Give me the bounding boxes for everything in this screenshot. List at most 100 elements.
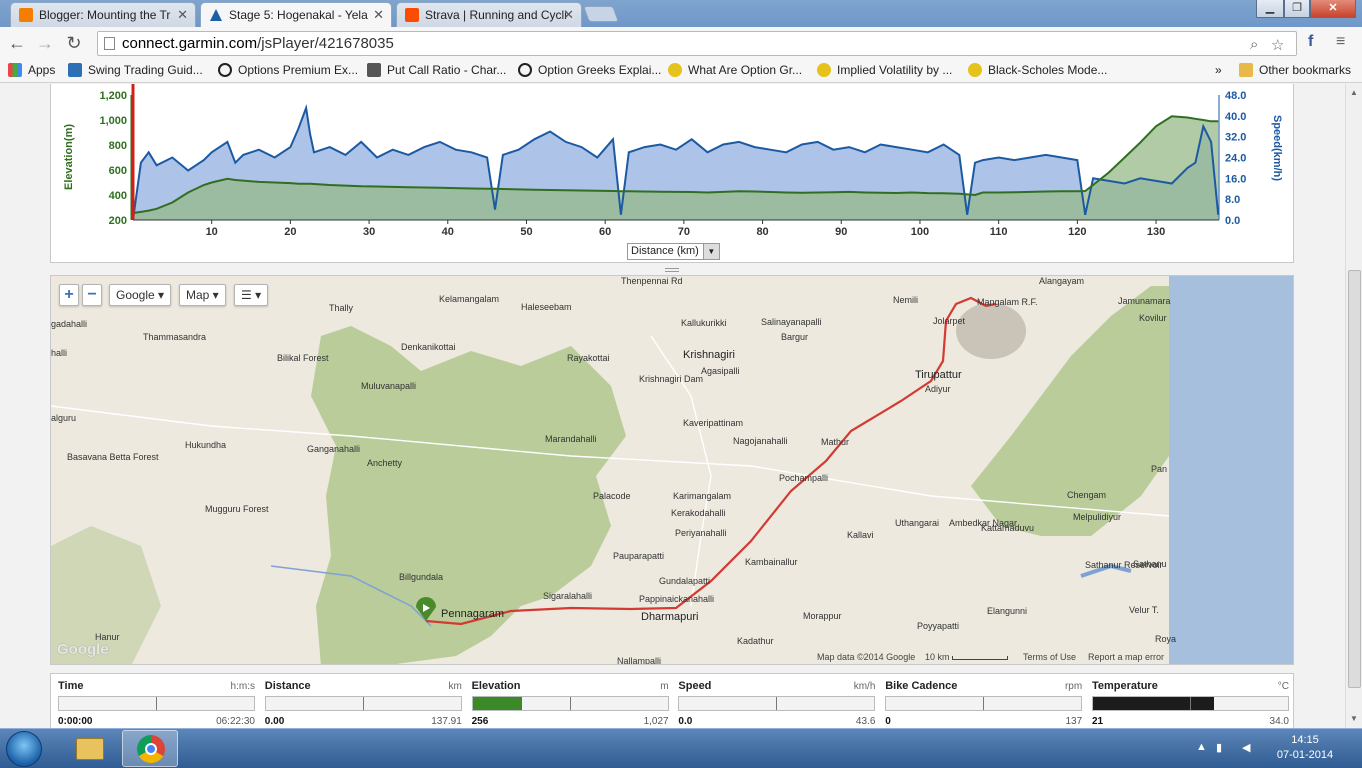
resize-handle[interactable] xyxy=(665,268,679,272)
clock[interactable]: 14:15 07-01-2014 xyxy=(1270,734,1340,761)
tab-garmin[interactable]: Stage 5: Hogenakal - Yela ✕ xyxy=(200,2,392,27)
close-icon[interactable]: ✕ xyxy=(563,7,574,23)
taskbar: ▲ ▮ ◀ 14:15 07-01-2014 xyxy=(0,728,1362,768)
stat-value: 0:00:00 xyxy=(58,716,93,727)
map-place-label: Chengam xyxy=(1067,490,1107,500)
bookmarks-bar: Apps Swing Trading Guid... Options Premi… xyxy=(0,59,1362,83)
stat-bar-tick xyxy=(362,697,364,710)
stat-time: Time h:m:s 0:00:00 06:22:30 xyxy=(58,680,255,728)
forward-arrow-icon[interactable]: → xyxy=(35,33,55,53)
volume-icon[interactable]: ◀ xyxy=(1242,741,1250,754)
x-tick-label: 50 xyxy=(520,226,532,238)
bookmark-options-premium[interactable]: Options Premium Ex... xyxy=(218,63,358,77)
stat-bar xyxy=(678,696,876,711)
address-bar[interactable]: connect.garmin.com/jsPlayer/421678035 ⌕ … xyxy=(97,31,1297,56)
right-tick-label: 16.0 xyxy=(1225,173,1246,185)
map-place-label: Alangayam xyxy=(1039,276,1085,286)
tab-strava[interactable]: Strava | Running and Cycli ✕ xyxy=(396,2,582,27)
other-bookmarks[interactable]: Other bookmarks xyxy=(1239,63,1351,77)
search-icon[interactable]: ⌕ xyxy=(1250,36,1258,53)
scroll-up-icon[interactable]: ▲ xyxy=(1350,88,1358,97)
network-icon[interactable]: ▮ xyxy=(1216,741,1222,754)
map-place-label: Bilikal Forest xyxy=(277,353,329,363)
stat-bar-fill xyxy=(472,697,522,710)
map-water xyxy=(1169,276,1293,664)
map-place-label: Pappinaickanahalli xyxy=(639,594,715,604)
stat-elevation: Elevation m 256 1,027 xyxy=(471,680,669,728)
new-tab-button[interactable] xyxy=(583,6,619,22)
url-host: connect.garmin.com xyxy=(122,35,258,52)
close-icon[interactable]: ✕ xyxy=(177,7,188,23)
chevron-down-icon: ▼ xyxy=(702,244,719,259)
bookmark-swing-trading[interactable]: Swing Trading Guid... xyxy=(68,63,203,77)
garmin-icon xyxy=(209,8,223,22)
stat-bar-tick xyxy=(156,697,157,710)
distance-select[interactable]: Distance (km) ▼ xyxy=(627,243,720,260)
map-place-label: alguru xyxy=(51,413,77,423)
map-place-label: Pennagaram xyxy=(441,608,504,620)
bookmark-put-call-ratio[interactable]: Put Call Ratio - Char... xyxy=(367,63,506,77)
bookmark-o-icon xyxy=(218,63,232,77)
route-map[interactable]: + − Google ▾ Map ▾ ☰ ▾ Alangayam Kelamang… xyxy=(50,275,1294,665)
start-button[interactable] xyxy=(6,731,42,767)
map-place-label: Pan xyxy=(1151,464,1168,474)
map-provider-select[interactable]: Google ▾ xyxy=(109,284,172,306)
hill-area xyxy=(956,303,1026,359)
explorer-taskbar-button[interactable] xyxy=(62,730,118,767)
scroll-down-icon[interactable]: ▼ xyxy=(1350,714,1358,723)
tab-blogger[interactable]: Blogger: Mounting the Tr ✕ xyxy=(10,2,196,27)
menu-icon[interactable]: ≡ xyxy=(1336,33,1345,51)
stat-bar xyxy=(58,696,255,711)
map-place-label: Krishnagiri xyxy=(683,349,735,361)
map-place-label: Agasipalli xyxy=(701,366,740,376)
bookmark-label: Implied Volatility by ... xyxy=(837,63,953,77)
maximize-button[interactable]: ❐ xyxy=(1284,0,1310,18)
bookmark-smiley-icon xyxy=(668,63,682,77)
map-place-label: Kambainallur xyxy=(745,557,798,567)
bookmark-option-greeks[interactable]: Option Greeks Explai... xyxy=(518,63,661,77)
right-tick-label: 48.0 xyxy=(1225,90,1246,102)
map-place-label: Elangunni xyxy=(987,606,1028,616)
right-tick-label: 40.0 xyxy=(1225,111,1246,123)
clock-time: 14:15 xyxy=(1291,734,1319,746)
x-tick-label: 10 xyxy=(206,226,218,238)
close-icon[interactable]: ✕ xyxy=(373,7,384,23)
right-tick-label: 0.0 xyxy=(1225,215,1240,227)
terms-link[interactable]: Terms of Use xyxy=(1023,652,1076,662)
stat-max: 137.91 xyxy=(431,716,462,727)
zoom-out-button[interactable]: − xyxy=(82,284,102,306)
chart-svg[interactable]: 10 20 30 40 50 60 70 80 90 100 110 120 130 200 400 600 8… xyxy=(51,84,1295,263)
reload-icon[interactable]: ↻ xyxy=(64,33,84,53)
zoom-in-button[interactable]: + xyxy=(59,284,79,306)
stat-bar-tick xyxy=(569,697,571,710)
bookmark-apps[interactable]: Apps xyxy=(8,63,55,77)
map-type-select[interactable]: Map ▾ xyxy=(179,284,226,306)
tab-label: Strava | Running and Cycli xyxy=(425,8,567,22)
tray-arrow-icon[interactable]: ▲ xyxy=(1196,741,1207,753)
page-scrollbar[interactable]: ▲ ▼ xyxy=(1345,84,1362,728)
scale-label: 10 km xyxy=(925,652,950,662)
layers-button[interactable]: ☰ ▾ xyxy=(234,284,269,306)
bookmark-label: Apps xyxy=(28,63,56,77)
bookmark-smiley-icon xyxy=(817,63,831,77)
minimize-button[interactable]: ▁ xyxy=(1256,0,1284,18)
x-tick-label: 70 xyxy=(678,226,690,238)
map-place-label: Kaveripattinam xyxy=(683,418,744,428)
scroll-thumb[interactable] xyxy=(1348,270,1361,688)
bookmark-what-are-option[interactable]: What Are Option Gr... xyxy=(668,63,802,77)
map-place-label: Mangalam R.F. xyxy=(977,297,1038,307)
more-bookmarks-button[interactable]: » xyxy=(1215,63,1222,77)
map-place-label: Pochampalli xyxy=(779,473,829,483)
bookmark-implied-volatility[interactable]: Implied Volatility by ... xyxy=(817,63,952,77)
back-arrow-icon[interactable]: ← xyxy=(7,33,27,53)
chrome-taskbar-button[interactable] xyxy=(122,730,178,767)
map-place-label: Rayakottai xyxy=(567,353,610,363)
left-tick-label: 200 xyxy=(109,215,127,227)
bookmark-black-scholes[interactable]: Black-Scholes Mode... xyxy=(968,63,1107,77)
window-close-button[interactable]: ✕ xyxy=(1310,0,1356,18)
facebook-icon[interactable]: f xyxy=(1308,33,1313,51)
folder-icon xyxy=(76,738,104,760)
map-place-label: Tirupattur xyxy=(915,369,962,381)
report-map-error-link[interactable]: Report a map error xyxy=(1088,652,1164,662)
star-icon[interactable]: ☆ xyxy=(1271,36,1284,54)
